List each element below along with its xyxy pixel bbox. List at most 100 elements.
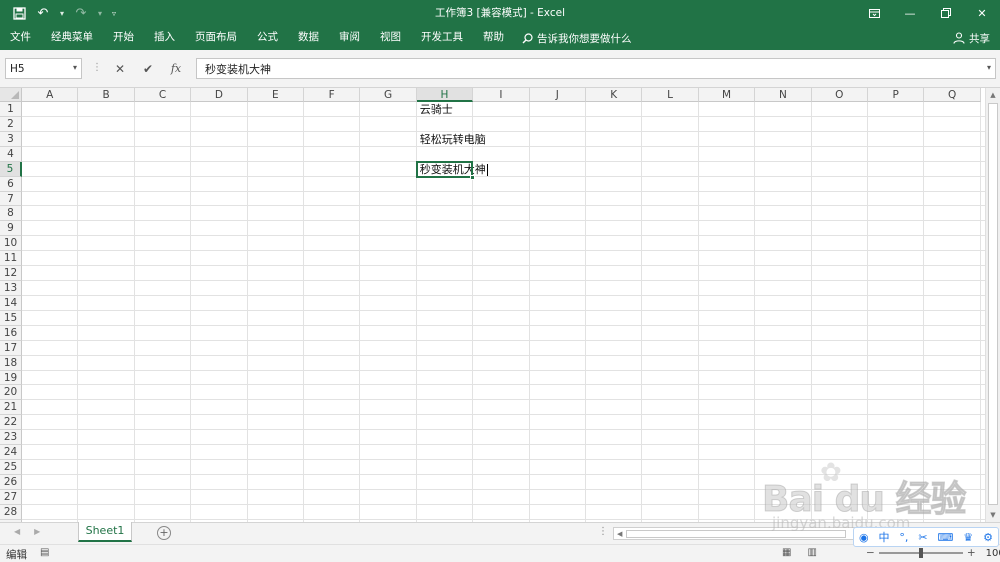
zoom-in-button[interactable]: + bbox=[967, 547, 976, 559]
macro-record-icon[interactable]: ▤ bbox=[40, 547, 49, 558]
name-box-dropdown-icon[interactable]: ▾ bbox=[73, 63, 77, 72]
ime-logo-icon[interactable]: ◉ bbox=[859, 531, 869, 544]
tab-insert[interactable]: 插入 bbox=[144, 26, 185, 50]
restore-icon[interactable] bbox=[928, 0, 964, 26]
name-box[interactable]: H5 ▾ bbox=[5, 58, 82, 79]
column-header-k[interactable]: K bbox=[586, 88, 643, 102]
row-header-13[interactable]: 13 bbox=[0, 281, 22, 296]
fill-handle[interactable] bbox=[470, 174, 476, 180]
row-header-25[interactable]: 25 bbox=[0, 460, 22, 475]
settings-gear-icon[interactable]: ⚙ bbox=[983, 531, 993, 544]
column-header-i[interactable]: I bbox=[473, 88, 530, 102]
keyboard-icon[interactable]: ⌨ bbox=[937, 531, 953, 544]
vertical-scrollbar[interactable]: ▲ ▼ bbox=[985, 88, 1000, 522]
row-header-4[interactable]: 4 bbox=[0, 146, 22, 162]
row-header-7[interactable]: 7 bbox=[0, 191, 22, 207]
row-header-17[interactable]: 17 bbox=[0, 340, 22, 356]
tab-formulas[interactable]: 公式 bbox=[247, 26, 288, 50]
column-header-n[interactable]: N bbox=[755, 88, 812, 102]
add-sheet-button[interactable]: + bbox=[157, 526, 171, 540]
prev-sheet-icon[interactable]: ◀ bbox=[14, 527, 20, 536]
ribbon-display-icon[interactable] bbox=[856, 0, 892, 26]
ime-language[interactable]: 中 bbox=[878, 529, 889, 545]
scroll-up-icon[interactable]: ▲ bbox=[986, 88, 1000, 102]
tab-splitter-icon[interactable]: ⋮ bbox=[598, 526, 608, 537]
share-button[interactable]: 共享 bbox=[953, 26, 990, 50]
minimize-icon[interactable]: — bbox=[892, 0, 928, 26]
zoom-slider-knob[interactable] bbox=[918, 548, 923, 558]
column-header-j[interactable]: J bbox=[529, 88, 586, 102]
row-header-21[interactable]: 21 bbox=[0, 400, 22, 416]
tab-review[interactable]: 审阅 bbox=[329, 26, 370, 50]
formula-input[interactable]: 秒变装机大神 ▾ bbox=[196, 58, 996, 79]
column-header-o[interactable]: O bbox=[811, 88, 868, 102]
tab-home[interactable]: 开始 bbox=[103, 26, 144, 50]
zoom-slider[interactable] bbox=[878, 548, 963, 558]
row-header-11[interactable]: 11 bbox=[0, 251, 22, 267]
column-header-l[interactable]: L bbox=[642, 88, 699, 102]
row-header-9[interactable]: 9 bbox=[0, 221, 22, 237]
row-header-14[interactable]: 14 bbox=[0, 295, 22, 311]
scissors-icon[interactable]: ✂ bbox=[918, 531, 927, 544]
zoom-level[interactable]: 100% bbox=[986, 548, 1000, 559]
column-header-m[interactable]: M bbox=[698, 88, 756, 102]
active-cell-border[interactable] bbox=[415, 160, 476, 180]
column-header-g[interactable]: G bbox=[360, 88, 417, 102]
column-header-b[interactable]: B bbox=[78, 88, 135, 102]
expand-formula-bar-icon[interactable]: ▾ bbox=[987, 63, 991, 72]
column-header-c[interactable]: C bbox=[134, 88, 192, 102]
row-header-18[interactable]: 18 bbox=[0, 355, 22, 371]
cell-h3[interactable]: 轻松玩转电脑 bbox=[417, 132, 486, 147]
row-header-19[interactable]: 19 bbox=[0, 370, 22, 386]
select-all-corner[interactable] bbox=[0, 88, 22, 102]
punctuation-icon[interactable]: °, bbox=[899, 531, 908, 544]
column-header-h[interactable]: H bbox=[416, 88, 474, 102]
row-header-24[interactable]: 24 bbox=[0, 445, 22, 461]
column-header-d[interactable]: D bbox=[191, 88, 248, 102]
row-header-28[interactable]: 28 bbox=[0, 504, 22, 520]
tell-me-box[interactable]: 告诉我你想要做什么 bbox=[514, 26, 640, 50]
column-header-a[interactable]: A bbox=[22, 88, 79, 102]
cell-h1[interactable]: 云骑士 bbox=[417, 102, 453, 117]
skin-icon[interactable]: ♛ bbox=[963, 531, 973, 544]
column-header-f[interactable]: F bbox=[304, 88, 361, 102]
tab-developer[interactable]: 开发工具 bbox=[411, 26, 473, 50]
tab-view[interactable]: 视图 bbox=[370, 26, 411, 50]
vertical-scroll-thumb[interactable] bbox=[988, 103, 998, 505]
row-header-8[interactable]: 8 bbox=[0, 206, 22, 222]
row-header-5[interactable]: 5 bbox=[0, 161, 22, 177]
row-header-2[interactable]: 2 bbox=[0, 116, 22, 132]
formula-bar-splitter[interactable]: ⋮ bbox=[92, 62, 102, 73]
zoom-out-button[interactable]: − bbox=[866, 547, 875, 559]
column-header-q[interactable]: Q bbox=[924, 88, 981, 102]
row-header-3[interactable]: 3 bbox=[0, 131, 22, 147]
scroll-left-icon[interactable]: ◀ bbox=[617, 528, 622, 540]
row-header-10[interactable]: 10 bbox=[0, 236, 22, 252]
cancel-icon[interactable]: ✕ bbox=[106, 58, 134, 79]
tab-page-layout[interactable]: 页面布局 bbox=[185, 26, 247, 50]
row-header-16[interactable]: 16 bbox=[0, 325, 22, 341]
row-header-26[interactable]: 26 bbox=[0, 475, 22, 490]
tab-classic-menu[interactable]: 经典菜单 bbox=[41, 26, 103, 50]
tab-file[interactable]: 文件 bbox=[0, 26, 41, 50]
row-header-12[interactable]: 12 bbox=[0, 266, 22, 282]
worksheet-grid[interactable]: ABCDEFGHIJKLMNOPQ 1 2 3 4 5 6 7 8 9 10 11 12 13 14 15 1… bbox=[0, 88, 985, 522]
column-header-e[interactable]: E bbox=[247, 88, 304, 102]
row-header-1[interactable]: 1 bbox=[0, 102, 22, 117]
next-sheet-icon[interactable]: ▶ bbox=[34, 527, 40, 536]
page-layout-view-icon[interactable]: ▥ bbox=[807, 547, 816, 558]
row-header-23[interactable]: 23 bbox=[0, 430, 22, 446]
enter-icon[interactable]: ✔ bbox=[134, 58, 162, 79]
tab-data[interactable]: 数据 bbox=[288, 26, 329, 50]
close-icon[interactable]: ✕ bbox=[964, 0, 1000, 26]
normal-view-icon[interactable]: ▦ bbox=[782, 547, 791, 558]
insert-function-icon[interactable]: fx bbox=[162, 58, 190, 79]
sheet-tab-sheet1[interactable]: Sheet1 bbox=[78, 522, 132, 542]
row-header-6[interactable]: 6 bbox=[0, 176, 22, 192]
row-header-15[interactable]: 15 bbox=[0, 310, 22, 326]
column-header-p[interactable]: P bbox=[868, 88, 925, 102]
row-header-22[interactable]: 22 bbox=[0, 415, 22, 431]
row-header-20[interactable]: 20 bbox=[0, 385, 22, 401]
tab-help[interactable]: 帮助 bbox=[473, 26, 514, 50]
row-header-27[interactable]: 27 bbox=[0, 489, 22, 505]
